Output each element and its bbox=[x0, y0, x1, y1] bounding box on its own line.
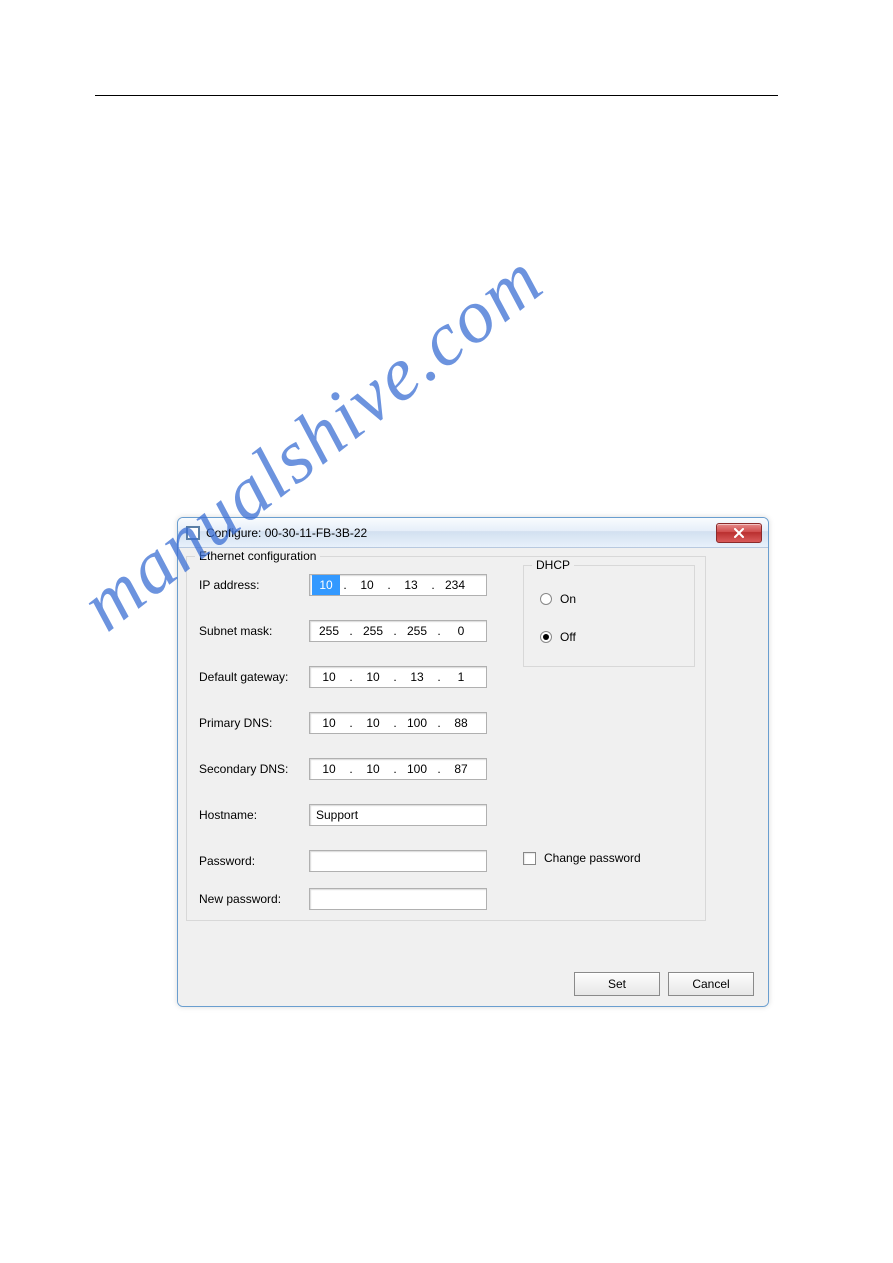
close-button[interactable] bbox=[716, 523, 762, 543]
radio-icon bbox=[540, 631, 552, 643]
checkbox-icon bbox=[523, 852, 536, 865]
pdns-octet-2[interactable]: 10 bbox=[354, 714, 392, 732]
ip-address-input[interactable]: 10 . 10 . 13 . 234 bbox=[309, 574, 487, 596]
pdns-octet-1[interactable]: 10 bbox=[310, 714, 348, 732]
radio-icon bbox=[540, 593, 552, 605]
subnet-octet-4[interactable]: 0 bbox=[442, 622, 480, 640]
change-password-label: Change password bbox=[544, 851, 641, 865]
primary-dns-input[interactable]: 10 . 10 . 100 . 88 bbox=[309, 712, 487, 734]
sdns-octet-3[interactable]: 100 bbox=[398, 760, 436, 778]
subnet-octet-2[interactable]: 255 bbox=[354, 622, 392, 640]
primary-dns-label: Primary DNS: bbox=[199, 716, 309, 730]
set-button[interactable]: Set bbox=[574, 972, 660, 996]
dhcp-fieldset: DHCP On Off bbox=[523, 565, 695, 667]
subnet-mask-input[interactable]: 255 . 255 . 255 . 0 bbox=[309, 620, 487, 642]
window-title: Configure: 00-30-11-FB-3B-22 bbox=[206, 526, 716, 540]
row-new-password: New password: bbox=[199, 887, 487, 911]
gw-octet-1[interactable]: 10 bbox=[310, 668, 348, 686]
app-icon bbox=[186, 526, 200, 540]
titlebar[interactable]: Configure: 00-30-11-FB-3B-22 bbox=[178, 518, 768, 548]
gateway-label: Default gateway: bbox=[199, 670, 309, 684]
dialog-body: Ethernet configuration IP address: 10 . … bbox=[178, 548, 768, 1006]
configure-dialog: Configure: 00-30-11-FB-3B-22 Ethernet co… bbox=[177, 517, 769, 1007]
change-password-checkbox[interactable]: Change password bbox=[523, 851, 641, 865]
sdns-octet-1[interactable]: 10 bbox=[310, 760, 348, 778]
pdns-octet-4[interactable]: 88 bbox=[442, 714, 480, 732]
sdns-octet-2[interactable]: 10 bbox=[354, 760, 392, 778]
hostname-label: Hostname: bbox=[199, 808, 309, 822]
ip-octet-4[interactable]: 234 bbox=[436, 576, 474, 594]
pdns-octet-3[interactable]: 100 bbox=[398, 714, 436, 732]
ip-label: IP address: bbox=[199, 578, 309, 592]
close-icon bbox=[733, 528, 745, 538]
ethernet-fieldset: Ethernet configuration IP address: 10 . … bbox=[186, 556, 706, 921]
password-label: Password: bbox=[199, 854, 309, 868]
ethernet-legend: Ethernet configuration bbox=[195, 549, 320, 563]
gateway-input[interactable]: 10 . 10 . 13 . 1 bbox=[309, 666, 487, 688]
new-password-label: New password: bbox=[199, 892, 309, 906]
dhcp-on-radio[interactable]: On bbox=[540, 592, 576, 606]
hostname-input[interactable] bbox=[309, 804, 487, 826]
subnet-octet-3[interactable]: 255 bbox=[398, 622, 436, 640]
cancel-button[interactable]: Cancel bbox=[668, 972, 754, 996]
top-rule bbox=[95, 95, 778, 96]
row-secondary-dns: Secondary DNS: 10 . 10 . 100 . 87 bbox=[199, 757, 487, 781]
secondary-dns-label: Secondary DNS: bbox=[199, 762, 309, 776]
ip-octet-1[interactable]: 10 bbox=[312, 575, 340, 595]
dhcp-on-label: On bbox=[560, 592, 576, 606]
row-hostname: Hostname: bbox=[199, 803, 487, 827]
dhcp-off-label: Off bbox=[560, 630, 576, 644]
gw-octet-4[interactable]: 1 bbox=[442, 668, 480, 686]
dhcp-legend: DHCP bbox=[532, 558, 574, 572]
row-subnet: Subnet mask: 255 . 255 . 255 . 0 bbox=[199, 619, 487, 643]
row-password: Password: bbox=[199, 849, 487, 873]
sdns-octet-4[interactable]: 87 bbox=[442, 760, 480, 778]
subnet-octet-1[interactable]: 255 bbox=[310, 622, 348, 640]
secondary-dns-input[interactable]: 10 . 10 . 100 . 87 bbox=[309, 758, 487, 780]
row-ip: IP address: 10 . 10 . 13 . 234 bbox=[199, 573, 487, 597]
subnet-label: Subnet mask: bbox=[199, 624, 309, 638]
gw-octet-2[interactable]: 10 bbox=[354, 668, 392, 686]
gw-octet-3[interactable]: 13 bbox=[398, 668, 436, 686]
ip-octet-3[interactable]: 13 bbox=[392, 576, 430, 594]
new-password-input[interactable] bbox=[309, 888, 487, 910]
button-row: Set Cancel bbox=[574, 972, 754, 996]
password-input[interactable] bbox=[309, 850, 487, 872]
dhcp-off-radio[interactable]: Off bbox=[540, 630, 576, 644]
ip-octet-2[interactable]: 10 bbox=[348, 576, 386, 594]
row-primary-dns: Primary DNS: 10 . 10 . 100 . 88 bbox=[199, 711, 487, 735]
row-gateway: Default gateway: 10 . 10 . 13 . 1 bbox=[199, 665, 487, 689]
